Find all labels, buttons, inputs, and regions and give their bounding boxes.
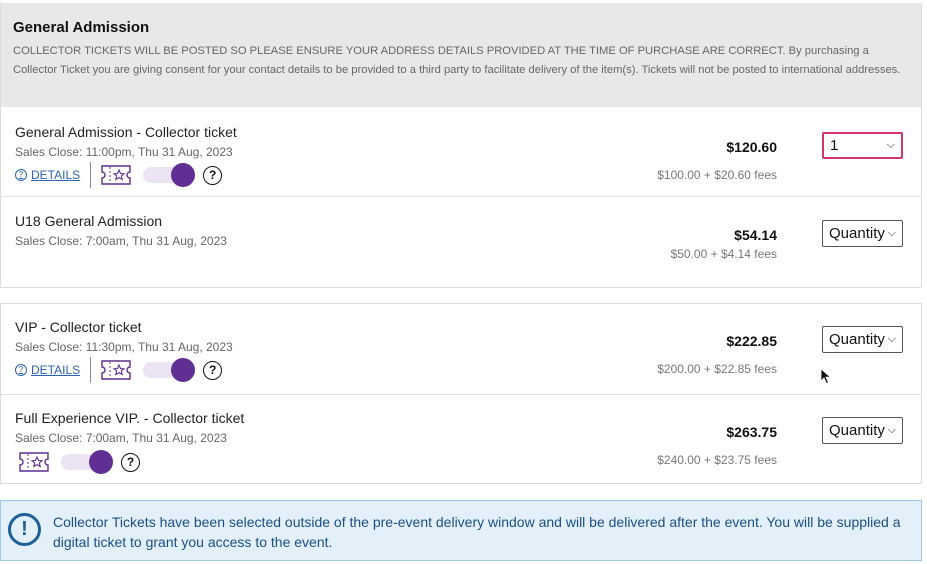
ticket-price: $120.60 <box>726 139 777 155</box>
quantity-value: Quantity <box>829 331 885 348</box>
help-icon[interactable]: ? <box>121 452 140 472</box>
collector-ticket-icon <box>19 452 49 472</box>
ticket-sales-close: Sales Close: 7:00am, Thu 31 Aug, 2023 <box>15 431 227 445</box>
quantity-value: Quantity <box>829 225 885 242</box>
ticket-price: $263.75 <box>726 424 777 440</box>
ticket-row: General Admission - Collector ticket Sal… <box>1 107 921 200</box>
divider <box>90 357 92 383</box>
toggle-knob <box>171 163 196 187</box>
help-icon[interactable]: ? <box>203 165 223 185</box>
ticket-actions: ? DETAILS ? <box>15 162 223 188</box>
collector-toggle[interactable] <box>143 358 196 382</box>
ticket-price: $54.14 <box>734 227 777 243</box>
ticket-name: General Admission - Collector ticket <box>15 124 237 140</box>
help-icon[interactable]: ? <box>203 360 223 380</box>
alert-message: Collector Tickets have been selected out… <box>53 514 901 550</box>
mouse-cursor-icon <box>820 368 832 385</box>
details-label: DETAILS <box>31 363 81 377</box>
question-circle-icon: ? <box>15 169 27 181</box>
ticket-fees: $50.00 + $4.14 fees <box>670 247 777 261</box>
exclamation-circle-icon: ! <box>8 513 41 546</box>
details-label: DETAILS <box>31 168 81 182</box>
section-header: General Admission COLLECTOR TICKETS WILL… <box>1 3 921 107</box>
quantity-value: 1 <box>830 137 839 154</box>
section-notice: COLLECTOR TICKETS WILL BE POSTED SO PLEA… <box>13 45 901 76</box>
ticket-row: Full Experience VIP. - Collector ticket … <box>1 395 921 483</box>
section-title: General Admission <box>13 19 150 36</box>
quantity-select[interactable]: Quantity ⌵ <box>822 326 903 353</box>
question-circle-icon: ? <box>15 364 27 376</box>
ticket-fees: $100.00 + $20.60 fees <box>657 168 777 182</box>
chevron-down-icon: ⌵ <box>887 333 896 345</box>
vip-panel: VIP - Collector ticket Sales Close: 11:3… <box>0 303 922 484</box>
delivery-alert: ! Collector Tickets have been selected o… <box>0 500 922 561</box>
toggle-knob <box>89 450 113 474</box>
quantity-select[interactable]: 1 ⌵ <box>822 132 903 159</box>
quantity-value: Quantity <box>829 422 885 439</box>
ticket-actions: ? DETAILS ? <box>15 357 223 383</box>
collector-ticket-icon <box>101 165 131 185</box>
toggle-knob <box>171 358 196 382</box>
ticket-sales-close: Sales Close: 7:00am, Thu 31 Aug, 2023 <box>15 234 227 248</box>
ticket-price: $222.85 <box>726 333 777 349</box>
chevron-down-icon: ⌵ <box>887 227 896 239</box>
ticket-sales-close: Sales Close: 11:30pm, Thu 31 Aug, 2023 <box>15 340 233 354</box>
ticket-actions: ? <box>19 449 140 475</box>
quantity-select[interactable]: Quantity ⌵ <box>822 417 903 444</box>
ticket-name: Full Experience VIP. - Collector ticket <box>15 410 245 426</box>
details-link[interactable]: ? DETAILS <box>15 168 80 182</box>
collector-toggle[interactable] <box>61 450 113 474</box>
ticket-fees: $200.00 + $22.85 fees <box>657 362 777 376</box>
general-admission-panel: General Admission COLLECTOR TICKETS WILL… <box>0 3 922 288</box>
ticket-row: U18 General Admission Sales Close: 7:00a… <box>1 197 921 287</box>
collector-toggle[interactable] <box>143 163 196 187</box>
ticket-name: U18 General Admission <box>15 213 163 229</box>
chevron-down-icon: ⌵ <box>886 139 895 151</box>
ticket-fees: $240.00 + $23.75 fees <box>657 453 777 467</box>
ticket-sales-close: Sales Close: 11:00pm, Thu 31 Aug, 2023 <box>15 145 233 159</box>
ticket-row: VIP - Collector ticket Sales Close: 11:3… <box>1 304 921 394</box>
details-link[interactable]: ? DETAILS <box>15 363 80 377</box>
collector-ticket-icon <box>101 360 131 380</box>
divider <box>90 162 92 188</box>
ticket-name: VIP - Collector ticket <box>15 319 142 335</box>
chevron-down-icon: ⌵ <box>887 424 896 436</box>
quantity-select[interactable]: Quantity ⌵ <box>822 220 903 247</box>
